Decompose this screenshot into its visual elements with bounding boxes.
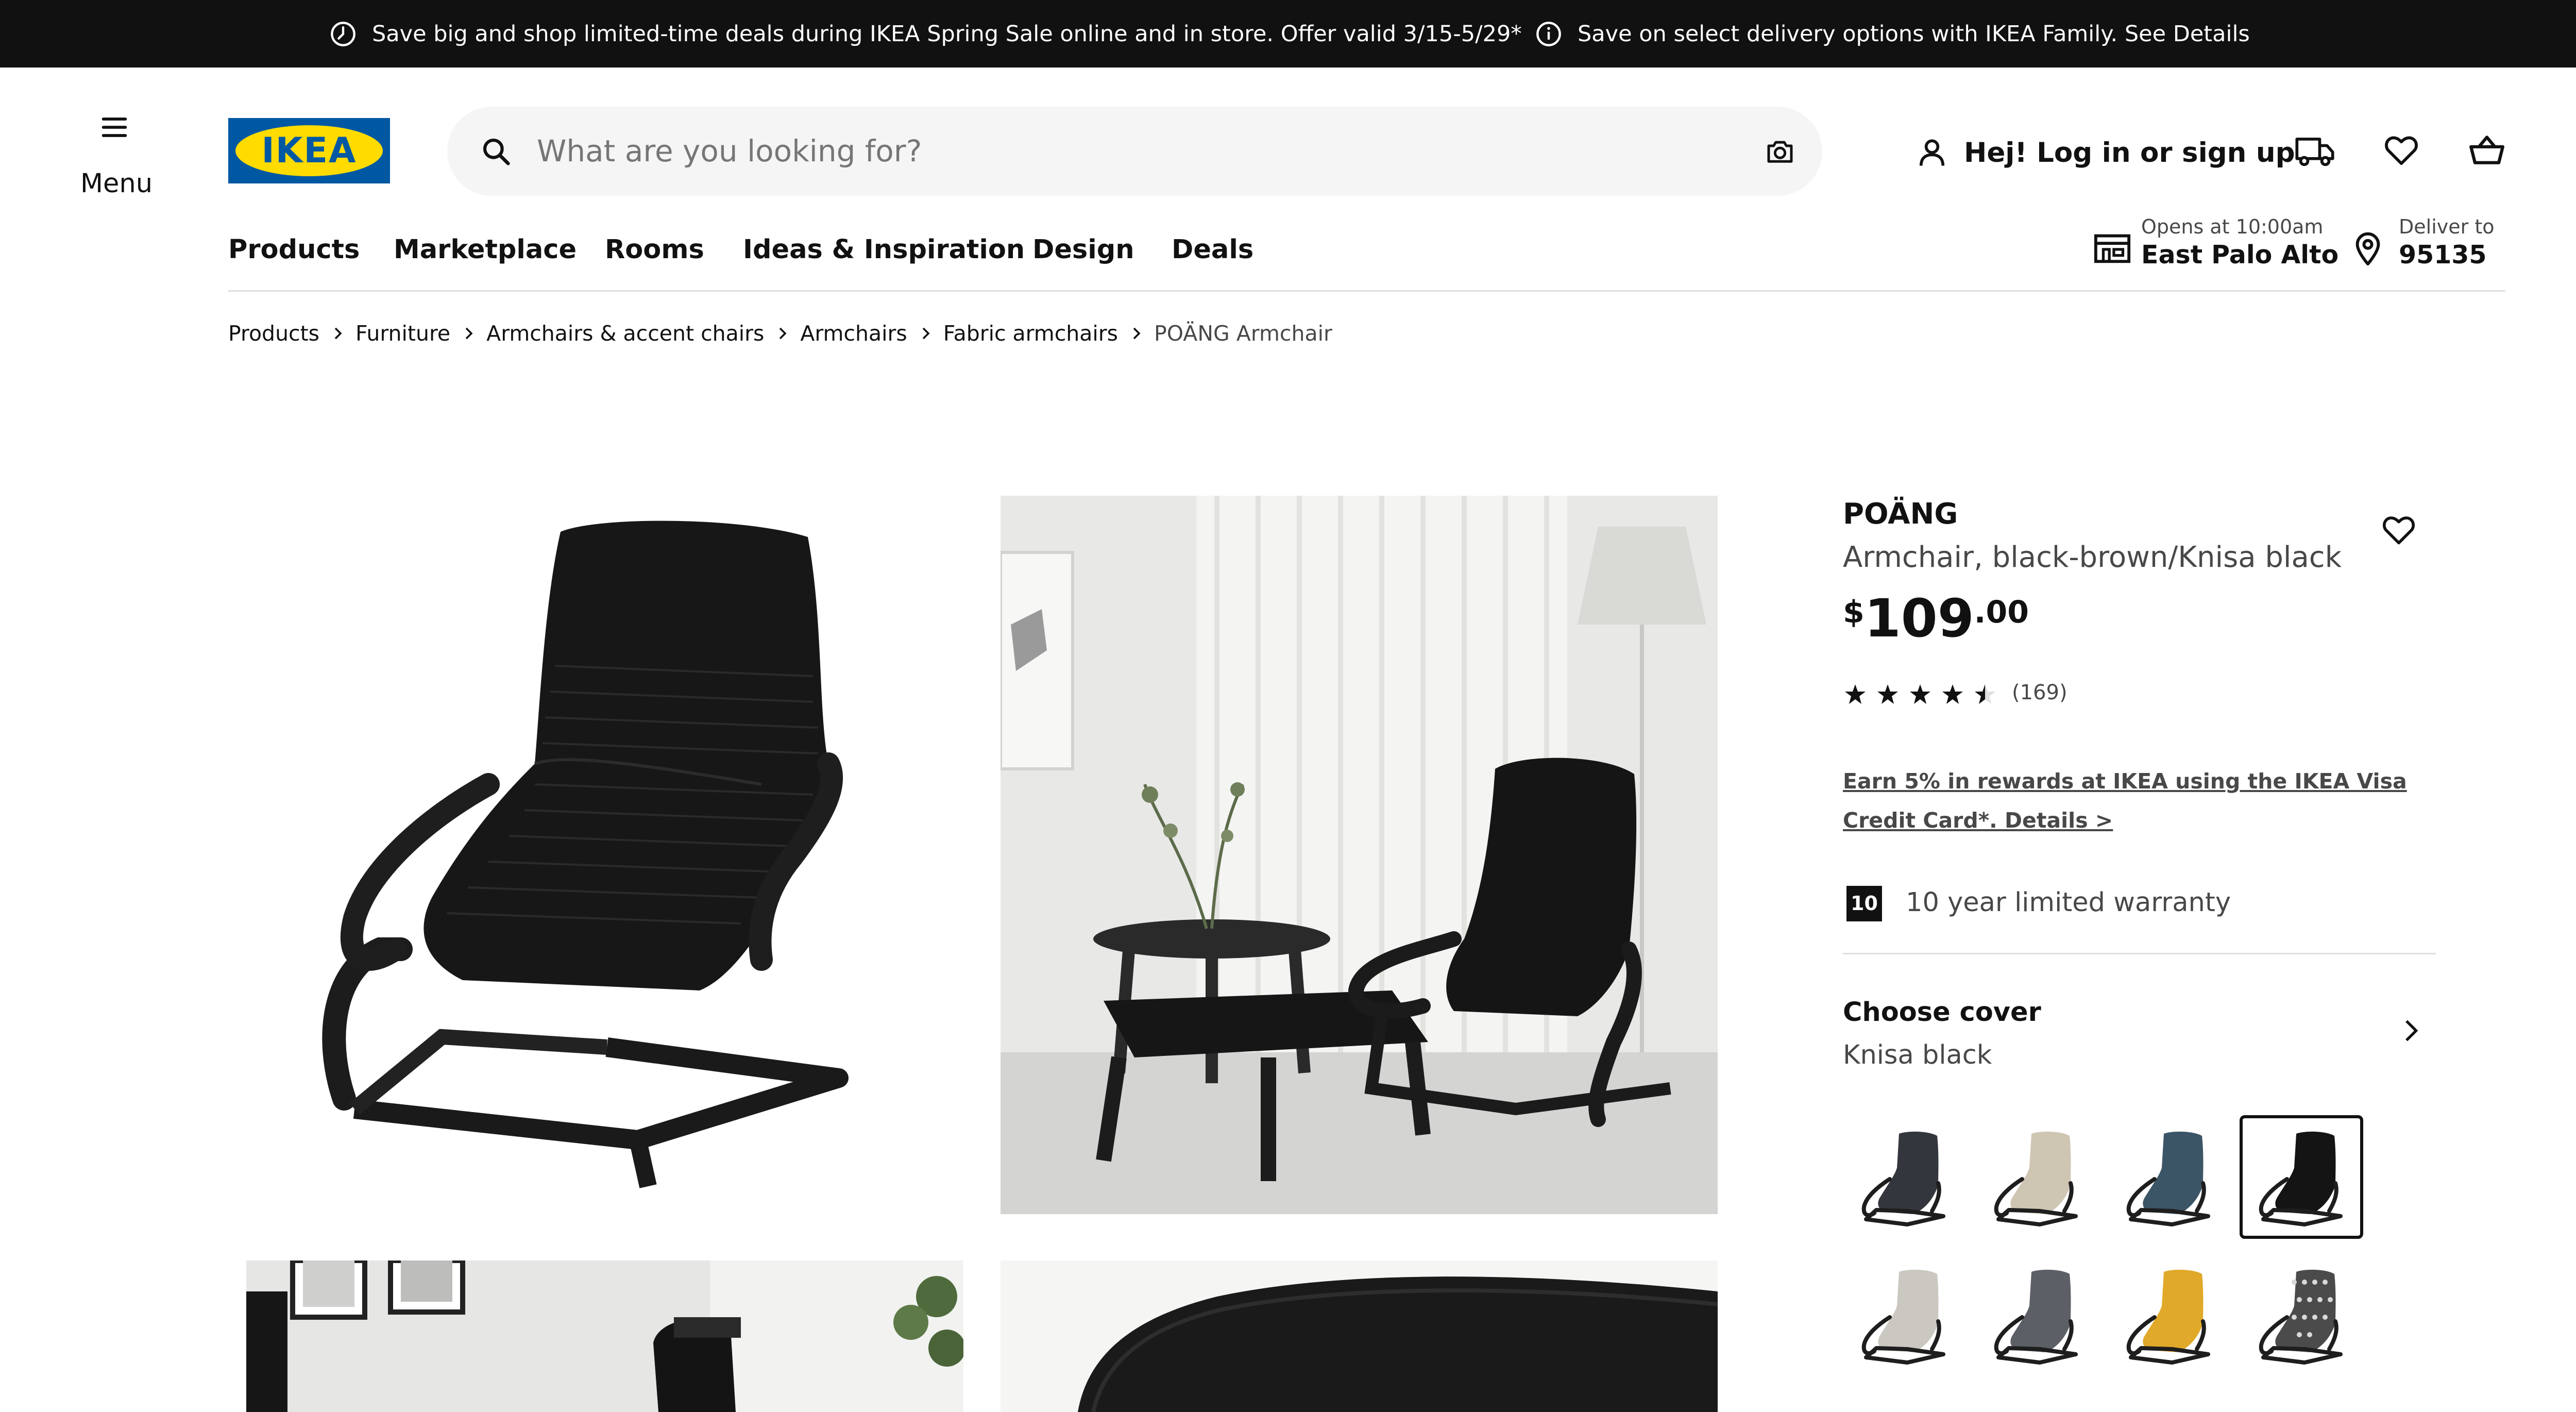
swatch-chair-thumbnail bbox=[2126, 1131, 2210, 1226]
info-divider bbox=[1843, 953, 2436, 954]
cover-value: Knisa black bbox=[1843, 1040, 1992, 1070]
nav-rooms[interactable]: Rooms bbox=[605, 234, 704, 265]
product-image-room[interactable] bbox=[1001, 496, 1718, 1214]
logo-wordmark: IKEA bbox=[261, 130, 357, 171]
breadcrumb-furniture[interactable]: Furniture bbox=[355, 321, 450, 346]
location-pin-icon bbox=[2352, 231, 2383, 267]
swatch-chair-thumbnail bbox=[1861, 1269, 1945, 1365]
swatch-chair-thumbnail bbox=[2259, 1131, 2343, 1226]
warranty-badge: 10 bbox=[1846, 886, 1882, 921]
nav-design[interactable]: Design bbox=[1032, 234, 1134, 265]
chevron-right-icon bbox=[333, 326, 343, 341]
deliver-to-selector[interactable]: Deliver to 95135 bbox=[2352, 215, 2507, 277]
cover-swatch-beige[interactable] bbox=[1975, 1115, 2098, 1239]
rewards-link[interactable]: Earn 5% in rewards at IKEA using the IKE… bbox=[1843, 762, 2435, 840]
product-image-lifestyle[interactable] bbox=[246, 1260, 963, 1412]
nav-deals[interactable]: Deals bbox=[1172, 234, 1253, 265]
search-input[interactable]: What are you looking for? bbox=[537, 107, 922, 196]
breadcrumb-fabric-armchairs[interactable]: Fabric armchairs bbox=[943, 321, 1118, 346]
rating-count[interactable]: (169) bbox=[2012, 681, 2067, 704]
star-icon bbox=[1845, 684, 1866, 704]
menu-button[interactable]: Menu bbox=[62, 111, 167, 204]
promo-bar: Save big and shop limited-time deals dur… bbox=[0, 0, 2576, 68]
product-image-detail[interactable] bbox=[1001, 1260, 1718, 1412]
deliver-zip: 95135 bbox=[2399, 240, 2487, 270]
cover-swatch-dark-blue-gray[interactable] bbox=[1842, 1115, 1966, 1239]
star-icon bbox=[1877, 684, 1898, 704]
price-integer: 109 bbox=[1864, 588, 1974, 649]
login-label: Hej! Log in or sign up bbox=[1964, 137, 2295, 169]
chevron-right-icon bbox=[464, 326, 474, 341]
clock-icon bbox=[330, 21, 357, 47]
chevron-right-icon bbox=[921, 326, 931, 341]
cover-swatch-blue[interactable] bbox=[2107, 1115, 2231, 1239]
choose-cover-row[interactable]: Choose cover Knisa black bbox=[1843, 984, 2435, 1077]
price-decimal: .00 bbox=[1974, 594, 2029, 630]
promo-item-delivery[interactable]: Save on select delivery options with IKE… bbox=[1535, 0, 2250, 68]
promo-text-spring-sale: Save big and shop limited-time deals dur… bbox=[372, 21, 1522, 47]
ikea-logo[interactable]: IKEA bbox=[228, 118, 390, 183]
deliver-label: Deliver to bbox=[2399, 215, 2495, 238]
heart-icon[interactable] bbox=[2383, 133, 2419, 167]
store-name: East Palo Alto bbox=[2141, 240, 2339, 270]
swatch-chair-thumbnail bbox=[1861, 1131, 1945, 1226]
cover-swatch-medium-gray[interactable] bbox=[1975, 1253, 2098, 1377]
price-currency: $ bbox=[1843, 594, 1865, 630]
breadcrumb-products[interactable]: Products bbox=[228, 321, 319, 346]
favorite-heart-icon[interactable] bbox=[2381, 513, 2416, 546]
product-price: $109.00 bbox=[1843, 593, 2029, 645]
nav-marketplace[interactable]: Marketplace bbox=[394, 234, 577, 265]
star-icon bbox=[1942, 684, 1963, 704]
cover-swatch-black[interactable] bbox=[2240, 1115, 2363, 1239]
swatch-chair-thumbnail bbox=[1994, 1131, 2078, 1226]
choose-cover-label: Choose cover bbox=[1843, 997, 2041, 1028]
store-selector[interactable]: Opens at 10:00am East Palo Alto bbox=[2093, 215, 2338, 277]
promo-text-delivery: Save on select delivery options with IKE… bbox=[1578, 21, 2250, 47]
swatch-chair-thumbnail bbox=[2259, 1269, 2343, 1365]
chevron-right-icon bbox=[1131, 326, 1142, 341]
info-icon bbox=[1535, 21, 1562, 47]
breadcrumb: Products Furniture Armchairs & accent ch… bbox=[228, 318, 1332, 349]
promo-item-spring-sale[interactable]: Save big and shop limited-time deals dur… bbox=[330, 0, 1522, 68]
store-icon bbox=[2093, 231, 2132, 265]
chevron-right-icon bbox=[2402, 1018, 2419, 1043]
nav-products[interactable]: Products bbox=[228, 234, 360, 265]
star-icon bbox=[1975, 684, 1995, 704]
search-bar[interactable]: What are you looking for? bbox=[447, 107, 1822, 196]
camera-icon[interactable] bbox=[1763, 135, 1797, 169]
hamburger-icon bbox=[98, 111, 131, 144]
search-icon bbox=[480, 136, 512, 167]
cover-swatch-light-gray[interactable] bbox=[1842, 1253, 1966, 1377]
basket-icon[interactable] bbox=[2468, 132, 2506, 168]
nav-ideas-inspiration[interactable]: Ideas & Inspiration bbox=[743, 234, 1025, 265]
truck-icon[interactable] bbox=[2294, 132, 2336, 169]
user-icon bbox=[1914, 135, 1950, 170]
menu-label: Menu bbox=[80, 169, 153, 199]
breadcrumb-current: POÄNG Armchair bbox=[1154, 321, 1332, 346]
cover-swatch-yellow[interactable] bbox=[2107, 1253, 2231, 1377]
breadcrumb-armchairs-accent[interactable]: Armchairs & accent chairs bbox=[486, 321, 764, 346]
star-icon bbox=[1910, 684, 1930, 704]
rating-stars[interactable] bbox=[1843, 682, 1997, 707]
product-description: Armchair, black-brown/Knisa black bbox=[1843, 541, 2342, 574]
warranty-text[interactable]: 10 year limited warranty bbox=[1906, 887, 2231, 918]
breadcrumb-armchairs[interactable]: Armchairs bbox=[800, 321, 907, 346]
product-name: POÄNG bbox=[1843, 497, 1958, 531]
product-image-main[interactable] bbox=[246, 496, 963, 1214]
swatch-chair-thumbnail bbox=[2126, 1269, 2210, 1365]
chevron-right-icon bbox=[777, 326, 788, 341]
cover-swatch-patterned[interactable] bbox=[2240, 1253, 2363, 1377]
store-hours: Opens at 10:00am bbox=[2141, 215, 2324, 238]
swatch-chair-thumbnail bbox=[1994, 1269, 2078, 1365]
login-link[interactable]: Hej! Log in or sign up bbox=[1914, 132, 2295, 173]
nav-divider bbox=[228, 290, 2505, 292]
